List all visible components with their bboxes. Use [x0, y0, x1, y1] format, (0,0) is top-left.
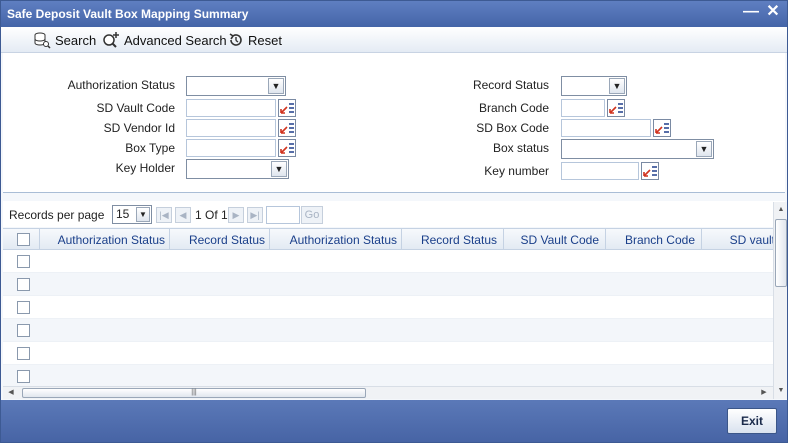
record-status-label: Record Status: [472, 78, 549, 92]
search-db-icon: [34, 32, 51, 49]
sd-vault-code-lov-icon[interactable]: [278, 99, 296, 117]
scroll-up-icon[interactable]: ▲: [775, 204, 787, 216]
record-status-select[interactable]: ▼: [561, 76, 627, 96]
chevron-down-icon: ▼: [696, 141, 712, 157]
sd-vendor-id-lov-icon[interactable]: [278, 119, 296, 137]
row-checkbox[interactable]: [17, 278, 30, 291]
window-title: Safe Deposit Vault Box Mapping Summary: [7, 7, 249, 21]
results-grid: Authorization Status Record Status Autho…: [3, 228, 773, 386]
key-number-lov-icon[interactable]: [641, 162, 659, 180]
records-per-page-select[interactable]: 15 ▼: [112, 205, 152, 224]
table-row[interactable]: [3, 342, 773, 365]
close-icon[interactable]: ✕: [765, 4, 781, 20]
table-row[interactable]: [3, 365, 773, 386]
column-header[interactable]: Branch Code: [609, 233, 695, 247]
search-criteria-panel: Authorization Status ▼ SD Vault Code SD …: [3, 53, 785, 193]
sd-box-code-label: SD Box Code: [476, 121, 549, 135]
column-header[interactable]: SD Vault Code: [507, 233, 600, 247]
row-checkbox[interactable]: [17, 347, 30, 360]
branch-code-label: Branch Code: [478, 101, 549, 115]
chevron-down-icon: ▼: [136, 207, 150, 222]
select-all-checkbox[interactable]: [17, 233, 30, 246]
records-per-page-label: Records per page: [9, 208, 105, 222]
next-page-icon[interactable]: ▶: [228, 207, 244, 223]
column-header[interactable]: Authorization Status: [43, 233, 165, 247]
box-status-label: Box status: [492, 141, 549, 155]
go-button[interactable]: Go: [301, 206, 323, 224]
row-checkbox[interactable]: [17, 255, 30, 268]
table-row[interactable]: [3, 296, 773, 319]
column-divider: [701, 229, 702, 250]
scroll-down-icon[interactable]: ▼: [775, 385, 787, 397]
sd-vault-code-input[interactable]: [186, 99, 276, 117]
box-type-label: Box Type: [125, 141, 175, 155]
reset-icon: [229, 33, 242, 46]
column-header[interactable]: Record Status: [405, 233, 497, 247]
reset-label: Reset: [248, 32, 282, 48]
scroll-right-icon[interactable]: ▶: [758, 387, 770, 399]
chevron-down-icon: ▼: [609, 78, 625, 94]
row-checkbox[interactable]: [17, 301, 30, 314]
title-bar: Safe Deposit Vault Box Mapping Summary —…: [1, 1, 787, 27]
pagination-bar: Records per page 15 ▼ |◀ ◀ 1 Of 1 ▶ ▶| G…: [3, 201, 785, 227]
footer-bar: Exit: [1, 400, 787, 442]
row-checkbox[interactable]: [17, 370, 30, 383]
search-button[interactable]: Search: [33, 30, 96, 50]
column-divider: [503, 229, 504, 250]
sd-vendor-id-input[interactable]: [186, 119, 276, 137]
column-divider: [269, 229, 270, 250]
row-checkbox[interactable]: [17, 324, 30, 337]
advanced-search-icon: [103, 32, 119, 48]
go-to-page-input[interactable]: [266, 206, 300, 224]
authorization-status-select[interactable]: ▼: [186, 76, 286, 96]
sd-box-code-lov-icon[interactable]: [653, 119, 671, 137]
box-status-select[interactable]: ▼: [561, 139, 714, 159]
column-divider: [605, 229, 606, 250]
key-holder-label: Key Holder: [115, 161, 175, 175]
table-row[interactable]: [3, 250, 773, 273]
page-indicator: 1 Of 1: [195, 208, 228, 222]
chevron-down-icon: ▼: [268, 78, 284, 94]
horizontal-scroll-thumb[interactable]: |||: [22, 388, 366, 398]
column-divider: [169, 229, 170, 250]
authorization-status-label: Authorization Status: [67, 78, 175, 92]
key-holder-select[interactable]: ▼: [186, 159, 289, 179]
box-type-input[interactable]: [186, 139, 276, 157]
table-row[interactable]: [3, 319, 773, 342]
toolbar: Search Advanced Search Reset: [1, 27, 787, 53]
vertical-scrollbar[interactable]: ▲ ▼: [773, 202, 787, 399]
sd-box-code-input[interactable]: [561, 119, 651, 137]
column-header[interactable]: Authorization Status: [273, 233, 397, 247]
sd-vault-code-label: SD Vault Code: [96, 101, 176, 115]
box-type-lov-icon[interactable]: [278, 139, 296, 157]
scroll-left-icon[interactable]: ◀: [5, 387, 17, 399]
last-page-icon[interactable]: ▶|: [247, 207, 263, 223]
advanced-search-label: Advanced Search: [124, 32, 227, 48]
key-number-label: Key number: [484, 164, 549, 178]
vertical-scroll-thumb[interactable]: [775, 219, 787, 287]
table-row[interactable]: [3, 273, 773, 296]
branch-code-lov-icon[interactable]: [607, 99, 625, 117]
search-label: Search: [55, 32, 97, 48]
previous-page-icon[interactable]: ◀: [175, 207, 191, 223]
sd-vendor-id-label: SD Vendor Id: [103, 121, 175, 135]
advanced-search-button[interactable]: Advanced Search: [102, 30, 227, 50]
column-header[interactable]: SD vault d: [705, 233, 773, 247]
horizontal-scrollbar[interactable]: ◀ ||| ▶: [3, 386, 773, 399]
exit-button[interactable]: Exit: [727, 408, 777, 434]
reset-button[interactable]: Reset: [228, 30, 282, 50]
records-per-page-value: 15: [116, 207, 130, 221]
first-page-icon[interactable]: |◀: [156, 207, 172, 223]
column-header[interactable]: Record Status: [173, 233, 265, 247]
key-number-input[interactable]: [561, 162, 639, 180]
column-divider: [401, 229, 402, 250]
minimize-icon[interactable]: —: [743, 4, 759, 20]
grid-header: Authorization Status Record Status Autho…: [3, 228, 773, 250]
branch-code-input[interactable]: [561, 99, 605, 117]
column-divider: [39, 229, 40, 250]
summary-window: Safe Deposit Vault Box Mapping Summary —…: [0, 0, 788, 443]
chevron-down-icon: ▼: [271, 161, 287, 177]
